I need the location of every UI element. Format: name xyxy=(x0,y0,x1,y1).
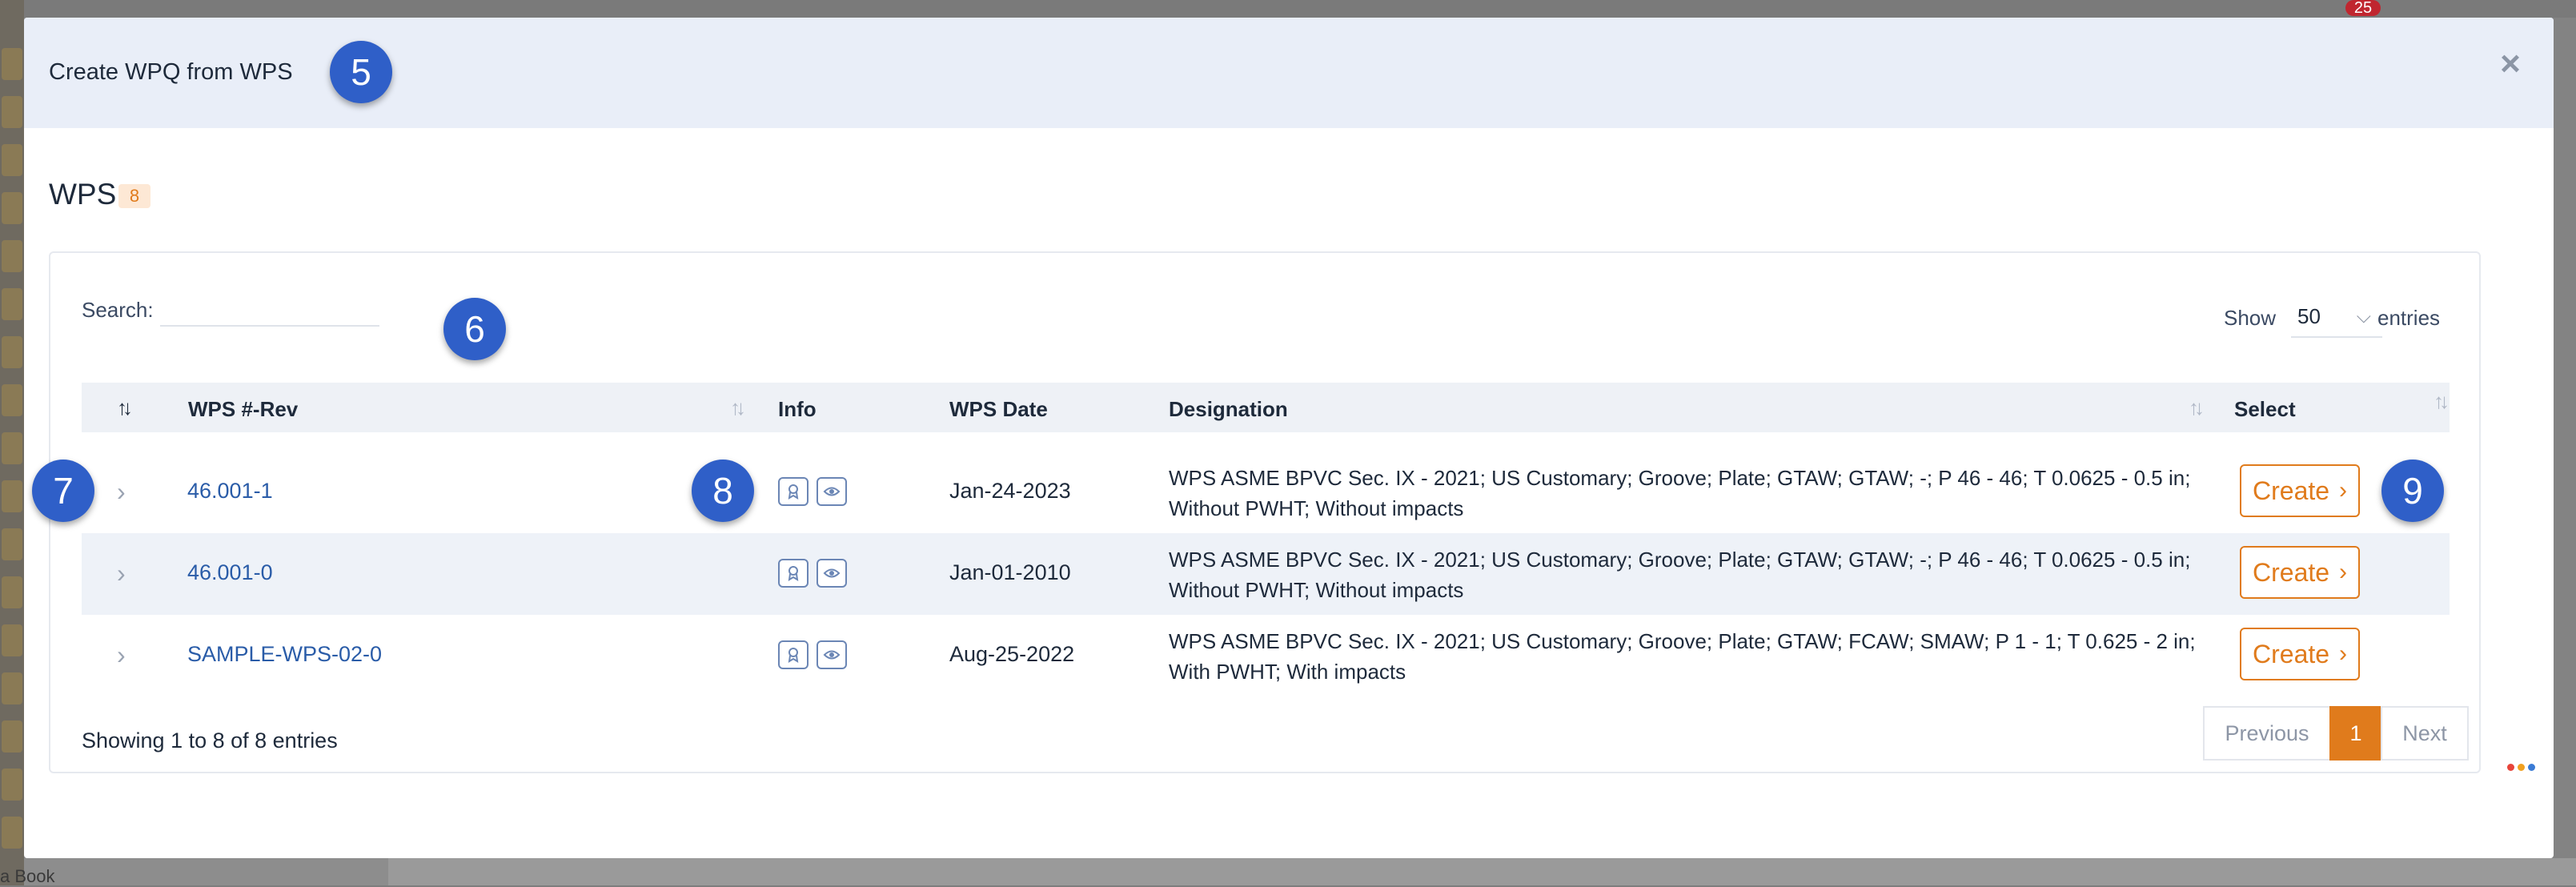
certificate-icon[interactable] xyxy=(778,559,809,588)
chevron-right-icon: › xyxy=(2339,640,2347,667)
entries-per-page-select[interactable]: 50 ⌵ xyxy=(2291,298,2382,338)
app-icon xyxy=(2,672,22,704)
annotation-marker-8: 8 xyxy=(692,460,754,522)
notification-badge: 25 xyxy=(2345,0,2381,16)
close-icon[interactable]: × xyxy=(2493,46,2528,82)
next-page-button[interactable]: Next xyxy=(2381,706,2469,761)
wps-designation: WPS ASME BPVC Sec. IX - 2021; US Customa… xyxy=(1169,629,2196,684)
app-icon xyxy=(2,432,22,464)
app-icon xyxy=(2,720,22,753)
chevron-right-icon: › xyxy=(2339,477,2347,504)
background-content xyxy=(24,858,2576,885)
wps-link[interactable]: 46.001-1 xyxy=(187,479,273,504)
app-icon xyxy=(2,144,22,176)
entries-per-page-value: 50 xyxy=(2297,304,2321,328)
app-icon xyxy=(2,384,22,416)
section-title: WPS xyxy=(49,178,117,211)
eye-icon[interactable] xyxy=(817,559,847,588)
create-button-label: Create xyxy=(2253,476,2330,505)
app-icon xyxy=(2,192,22,224)
app-icon xyxy=(2,528,22,560)
app-icon xyxy=(2,96,22,128)
eye-icon[interactable] xyxy=(817,477,847,506)
column-header-select: Select xyxy=(2234,397,2296,421)
background-topbar xyxy=(24,0,2576,18)
column-header-wps-date[interactable]: WPS Date xyxy=(949,397,1048,422)
loading-dots-icon xyxy=(2507,761,2538,775)
background-panel xyxy=(388,858,2576,885)
annotation-marker-7: 7 xyxy=(32,460,94,522)
chevron-right-icon[interactable]: › xyxy=(117,477,126,507)
app-icon xyxy=(2,769,22,801)
modal-header: Create WPQ from WPS × xyxy=(24,18,2554,128)
wps-link[interactable]: SAMPLE-WPS-02-0 xyxy=(187,642,382,667)
sort-icon[interactable]: ↑↓ xyxy=(117,395,133,420)
entries-label: entries xyxy=(2377,306,2441,330)
app-icon xyxy=(2,576,22,608)
column-header-wps-rev[interactable]: WPS #-Rev xyxy=(188,397,298,422)
chevron-right-icon: › xyxy=(2339,559,2347,585)
previous-page-button[interactable]: Previous xyxy=(2203,706,2331,761)
certificate-icon[interactable] xyxy=(778,640,809,669)
modal-title: Create WPQ from WPS xyxy=(49,59,293,85)
create-button-label: Create xyxy=(2253,558,2330,587)
wps-designation: WPS ASME BPVC Sec. IX - 2021; US Customa… xyxy=(1169,548,2191,602)
create-wpq-button[interactable]: Create › xyxy=(2240,546,2360,599)
app-icon xyxy=(2,48,22,80)
wps-date: Jan-01-2010 xyxy=(949,560,1071,584)
wps-date: Aug-25-2022 xyxy=(949,642,1075,666)
annotation-marker-9: 9 xyxy=(2381,460,2444,522)
table-info: Showing 1 to 8 of 8 entries xyxy=(82,728,338,753)
annotation-marker-6: 6 xyxy=(443,298,506,360)
wps-designation: WPS ASME BPVC Sec. IX - 2021; US Customa… xyxy=(1169,466,2191,520)
sort-icon[interactable]: ↑↓ xyxy=(2434,389,2450,414)
wps-count-badge: 8 xyxy=(118,184,150,208)
wps-link[interactable]: 46.001-0 xyxy=(187,560,273,585)
search-label: Search: xyxy=(82,298,154,322)
table-row: › 46.001-1 Jan-24-2023 WPS ASME BPVC Sec… xyxy=(82,452,2450,533)
table-header: ↑↓ WPS #-Rev ↑↓ Info WPS Date Designatio… xyxy=(82,383,2450,432)
app-icon xyxy=(2,817,22,849)
chevron-right-icon[interactable]: › xyxy=(117,640,126,670)
chevron-down-icon: ⌵ xyxy=(2356,306,2371,327)
table-row: › SAMPLE-WPS-02-0 Aug-25-2022 WPS ASME B… xyxy=(82,615,2450,696)
sort-icon[interactable]: ↑↓ xyxy=(730,395,746,420)
annotation-marker-5: 5 xyxy=(330,41,392,103)
app-icon xyxy=(2,624,22,656)
app-icon xyxy=(2,480,22,512)
wps-date: Jan-24-2023 xyxy=(949,479,1071,503)
certificate-icon[interactable] xyxy=(778,477,809,506)
app-icon xyxy=(2,336,22,368)
show-label: Show xyxy=(2224,306,2277,330)
search-input[interactable] xyxy=(160,290,379,327)
chevron-right-icon[interactable]: › xyxy=(117,559,126,588)
create-wpq-button[interactable]: Create › xyxy=(2240,464,2360,517)
page-1-button[interactable]: 1 xyxy=(2329,706,2382,761)
app-icon xyxy=(2,288,22,320)
eye-icon[interactable] xyxy=(817,640,847,669)
app-icon xyxy=(2,240,22,272)
column-header-info: Info xyxy=(778,397,817,421)
create-button-label: Create xyxy=(2253,640,2330,668)
column-header-designation[interactable]: Designation xyxy=(1169,397,1288,422)
sort-icon[interactable]: ↑↓ xyxy=(2189,395,2205,420)
background-sidebar-label: a Book xyxy=(0,866,55,886)
background-sidebar xyxy=(0,0,24,885)
table-row: › 46.001-0 Jan-01-2010 WPS ASME BPVC Sec… xyxy=(82,533,2450,615)
create-wpq-button[interactable]: Create › xyxy=(2240,628,2360,680)
